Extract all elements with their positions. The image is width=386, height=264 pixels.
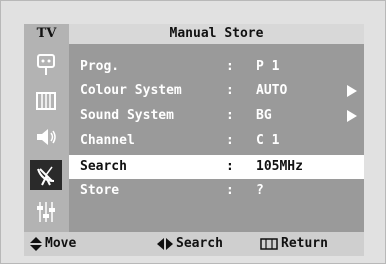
submenu-arrow-icon[interactable] — [347, 110, 357, 122]
setup-icon[interactable] — [30, 197, 62, 227]
row-value: BG — [256, 108, 272, 123]
source-label: TV — [24, 24, 69, 44]
title-bar: TV Manual Store — [24, 24, 364, 44]
submenu-arrow-icon[interactable] — [347, 85, 357, 97]
input-icon[interactable] — [30, 50, 62, 80]
row-colon: : — [226, 83, 234, 98]
row-colon: : — [226, 183, 234, 198]
menu-row-sound-system[interactable]: Sound System : BG — [69, 104, 364, 128]
help-move-label: Move — [45, 236, 77, 251]
row-value: P 1 — [256, 59, 280, 74]
row-colon: : — [226, 108, 234, 123]
row-label: Sound System — [80, 108, 174, 123]
row-label: Search — [80, 159, 127, 174]
row-value: 105MHz — [256, 159, 303, 174]
channel-icon[interactable] — [30, 160, 62, 190]
menu-row-search[interactable]: Search : 105MHz — [69, 155, 364, 179]
row-label: Store — [80, 183, 120, 198]
row-colon: : — [226, 59, 234, 74]
menu-row-store[interactable]: Store : ? — [69, 179, 364, 203]
help-bar: Move Search Return — [24, 232, 364, 256]
row-label: Channel — [80, 133, 135, 148]
help-move: Move — [30, 232, 76, 256]
menu-row-channel[interactable]: Channel : C 1 — [69, 129, 364, 153]
sound-icon[interactable] — [30, 122, 62, 152]
row-colon: : — [226, 133, 234, 148]
help-return-label: Return — [281, 236, 328, 251]
left-right-icon — [157, 238, 173, 250]
menu-icon — [260, 238, 278, 250]
row-label: Prog. — [80, 59, 120, 74]
help-search-label: Search — [176, 236, 223, 251]
row-value: AUTO — [256, 83, 288, 98]
menu-panel: Prog. : P 1 Colour System : AUTO Sound S… — [69, 44, 364, 232]
help-return: Return — [260, 232, 328, 256]
menu-row-prog[interactable]: Prog. : P 1 — [69, 55, 364, 79]
row-value: C 1 — [256, 133, 280, 148]
menu-sidebar — [24, 44, 69, 232]
row-label: Colour System — [80, 83, 182, 98]
menu-row-colour-system[interactable]: Colour System : AUTO — [69, 79, 364, 103]
row-colon: : — [226, 159, 234, 174]
picture-icon[interactable] — [30, 86, 62, 116]
help-search: Search — [157, 232, 223, 256]
menu-title: Manual Store — [169, 26, 264, 41]
row-value: ? — [256, 183, 264, 198]
up-down-icon — [30, 237, 42, 251]
